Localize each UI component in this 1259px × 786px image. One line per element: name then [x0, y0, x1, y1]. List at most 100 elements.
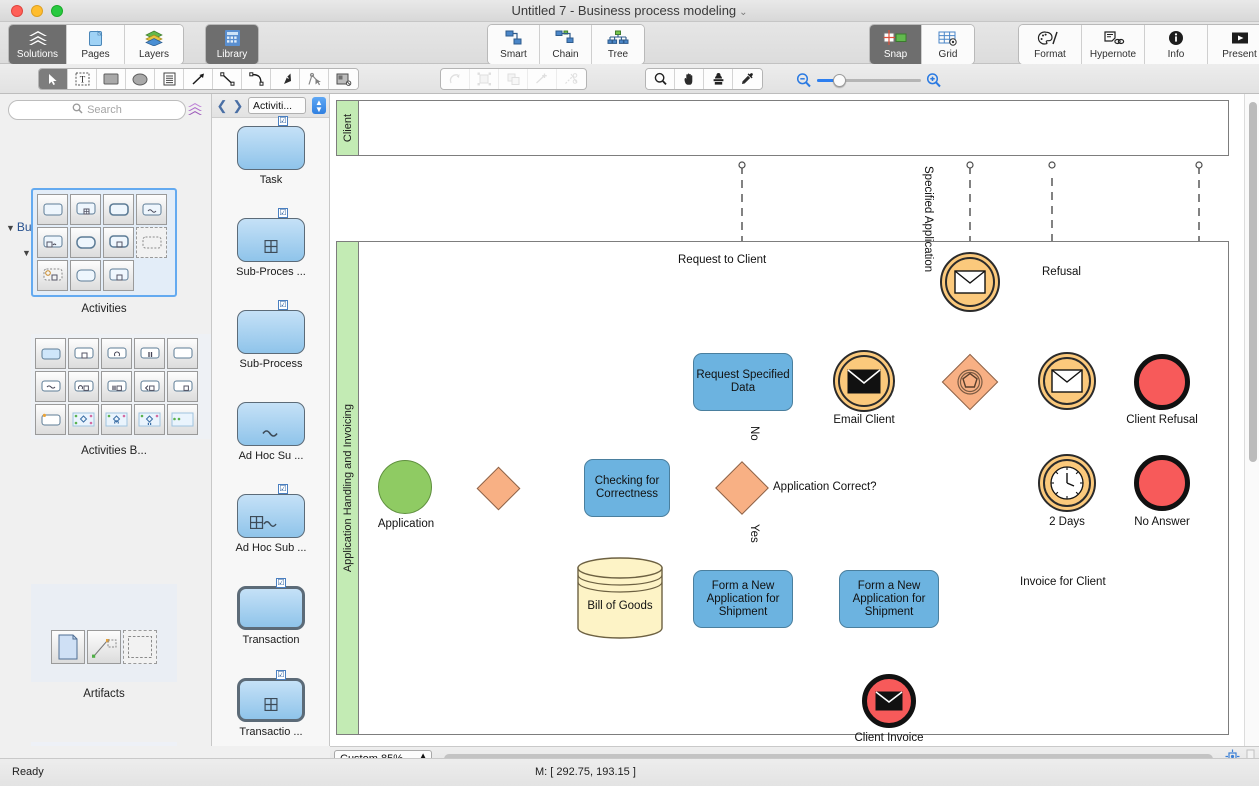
node-message-refusal[interactable] [1038, 352, 1096, 410]
shape-cell[interactable] [35, 338, 66, 369]
shape-cell[interactable] [136, 227, 167, 258]
zoom-out-icon[interactable] [795, 72, 812, 94]
node-checking-for-correctness[interactable]: Checking for Correctness [584, 459, 670, 517]
shape-cell[interactable] [134, 404, 165, 435]
text-icon[interactable]: T [68, 69, 97, 89]
line-icon[interactable] [213, 69, 242, 89]
hypernote-button[interactable]: Hypernote [1082, 25, 1145, 64]
solutions-button[interactable]: Solutions [9, 25, 67, 64]
node-client-refusal[interactable] [1134, 354, 1190, 410]
shape-cell[interactable] [70, 260, 101, 291]
zoom-tool-icon[interactable] [646, 69, 675, 89]
pool-client[interactable]: Client [336, 100, 1229, 156]
library-dropdown[interactable]: Activiti... [248, 97, 306, 114]
shape-item-transaction[interactable]: ☑ Transaction [212, 586, 330, 646]
smart-connector-button[interactable]: Smart [488, 25, 540, 64]
canvas-vertical-scrollbar[interactable] [1244, 94, 1259, 746]
disclosure-triangle-icon-2[interactable]: ▼ [22, 248, 31, 258]
polyline-icon[interactable] [300, 69, 329, 89]
cut-path-icon[interactable] [557, 69, 586, 89]
shape-cell[interactable] [37, 260, 68, 291]
zoom-slider-knob[interactable] [833, 74, 846, 87]
shape-cell[interactable] [68, 404, 99, 435]
shape-cell[interactable] [103, 194, 134, 225]
shape-cell[interactable] [103, 260, 134, 291]
node-application[interactable] [378, 460, 432, 514]
zoom-in-icon[interactable] [925, 72, 942, 94]
disclosure-triangle-icon[interactable]: ▼ [6, 223, 15, 233]
vertical-scroll-thumb[interactable] [1249, 102, 1257, 462]
tree-connector-button[interactable]: Tree [592, 25, 644, 64]
diagram-canvas[interactable]: Client Application Handling and Invoicin… [330, 94, 1259, 746]
present-button[interactable]: Present [1208, 25, 1259, 64]
shape-cell[interactable] [87, 630, 121, 664]
library-card-artifacts[interactable]: Artifacts [31, 584, 177, 700]
shape-item-subprocess-collapsed[interactable]: ☑ Sub-Proces ... [212, 218, 330, 278]
shape-cell[interactable] [103, 227, 134, 258]
table-icon[interactable] [155, 69, 184, 89]
shape-cell[interactable] [68, 338, 99, 369]
shape-cell[interactable] [134, 371, 165, 402]
node-form-new-application-1[interactable]: Form a New Application for Shipment [693, 570, 793, 628]
node-client-invoice[interactable] [862, 674, 916, 728]
add-point-icon[interactable] [528, 69, 557, 89]
chain-connector-button[interactable]: Chain [540, 25, 592, 64]
shape-cell[interactable] [35, 404, 66, 435]
shape-cell[interactable] [35, 371, 66, 402]
shape-cell[interactable] [37, 227, 68, 258]
shape-cell[interactable] [70, 227, 101, 258]
shape-item-subprocess[interactable]: ☑ Sub-Process [212, 310, 330, 370]
ellipse-icon[interactable] [126, 69, 155, 89]
node-bill-of-goods[interactable]: Bill of Goods [576, 556, 664, 640]
node-request-specified-data[interactable]: Request Specified Data [693, 353, 793, 411]
shape-cell[interactable] [51, 630, 85, 664]
grid-button[interactable]: Grid [922, 25, 974, 64]
shape-cell[interactable] [101, 371, 132, 402]
library-card-activities-b[interactable]: Activities B... [31, 334, 211, 457]
node-email-client[interactable] [833, 350, 895, 412]
stepper-icon[interactable]: ▲▼ [312, 97, 326, 114]
shape-cell[interactable] [167, 371, 198, 402]
shape-cell[interactable] [68, 371, 99, 402]
rotate-icon[interactable] [441, 69, 470, 89]
eyedropper-tool-icon[interactable] [733, 69, 762, 89]
shape-cell[interactable] [136, 194, 167, 225]
stamp-tool-icon[interactable] [704, 69, 733, 89]
shape-item-transaction-collapsed[interactable]: ☑ Transactio ... [212, 678, 330, 738]
zoom-slider[interactable] [795, 72, 945, 88]
snap-button[interactable]: Snap [870, 25, 922, 64]
group-icon[interactable] [470, 69, 499, 89]
node-no-answer[interactable] [1134, 455, 1190, 511]
shape-item-task[interactable]: ☑ Task [212, 126, 330, 186]
nav-next-icon[interactable]: ❯ [232, 98, 244, 114]
node-form-new-application-2[interactable]: Form a New Application for Shipment [839, 570, 939, 628]
shape-cell[interactable] [134, 338, 165, 369]
nav-prev-icon[interactable]: ❮ [216, 98, 228, 114]
shape-cell[interactable] [70, 194, 101, 225]
pages-button[interactable]: Pages [67, 25, 125, 64]
shape-cell[interactable] [123, 630, 157, 664]
shape-cell[interactable] [167, 338, 198, 369]
search-input[interactable]: Search [8, 100, 186, 120]
rectangle-icon[interactable] [97, 69, 126, 89]
library-button[interactable]: Library [206, 25, 258, 64]
shape-item-adhoc-sub-collapsed[interactable]: ☑ Ad Hoc Sub ... [212, 494, 330, 554]
curve-icon[interactable] [242, 69, 271, 89]
hand-tool-icon[interactable] [675, 69, 704, 89]
shape-cell[interactable] [101, 338, 132, 369]
shape-cell[interactable] [167, 404, 198, 435]
shape-cell[interactable] [37, 194, 68, 225]
title-chevron-icon[interactable]: ⌄ [739, 7, 747, 18]
solutions-home-icon[interactable] [187, 101, 204, 124]
shape-item-adhoc-subprocess[interactable]: Ad Hoc Su ... [212, 402, 330, 462]
format-button[interactable]: Format [1019, 25, 1082, 64]
pen-icon[interactable] [271, 69, 300, 89]
callout-icon[interactable] [329, 69, 358, 89]
layers-button[interactable]: Layers [125, 25, 183, 64]
shape-cell[interactable] [101, 404, 132, 435]
node-timer-2-days[interactable] [1038, 454, 1096, 512]
pointer-icon[interactable] [39, 69, 68, 89]
arrow-icon[interactable] [184, 69, 213, 89]
node-message-received-specified-application[interactable] [940, 252, 1000, 312]
info-button[interactable]: Info [1145, 25, 1208, 64]
